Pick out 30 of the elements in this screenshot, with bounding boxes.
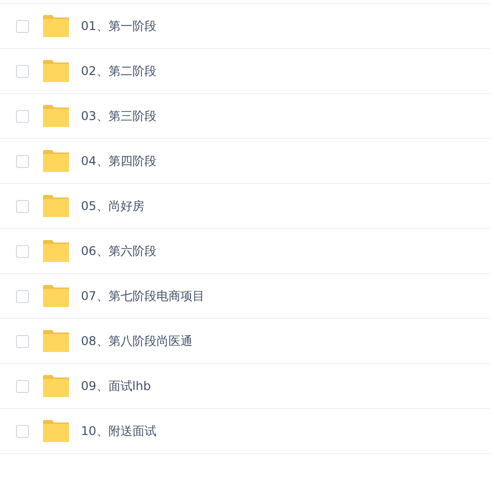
folder-name[interactable]: 03、第三阶段 [81,108,156,124]
folder-icon [43,150,69,172]
folder-name[interactable]: 10、附送面试 [81,422,156,440]
checkbox[interactable] [16,290,29,302]
folder-icon [43,330,69,352]
checkbox[interactable] [16,380,29,392]
folder-icon [43,105,69,127]
checkbox[interactable] [16,334,29,348]
checkbox[interactable] [16,154,29,168]
folder-icon [43,240,69,262]
folder-name[interactable]: 06、第六阶段 [81,242,156,260]
folder-name[interactable]: 08、第八阶段尚医通 [81,332,192,350]
folder-name[interactable]: 05、尚好房 [81,198,144,214]
folder-name[interactable]: 09、面试lhb [81,378,151,394]
folder-name[interactable]: 01、第一阶段 [81,18,156,34]
folder-icon [43,195,69,217]
checkbox[interactable] [16,20,29,32]
folder-icon [43,375,69,397]
checkbox[interactable] [16,64,29,78]
checkbox[interactable] [16,424,29,438]
folder-icon [43,420,69,442]
folder-icon [43,60,69,82]
folder-name[interactable]: 04、第四阶段 [81,152,156,170]
checkbox[interactable] [16,244,29,258]
folder-icon [43,285,69,307]
checkbox[interactable] [16,200,29,212]
folder-icon [43,15,69,37]
folder-name[interactable]: 02、第二阶段 [81,62,156,80]
checkbox[interactable] [16,110,29,122]
folder-name[interactable]: 07、第七阶段电商项目 [81,288,204,304]
